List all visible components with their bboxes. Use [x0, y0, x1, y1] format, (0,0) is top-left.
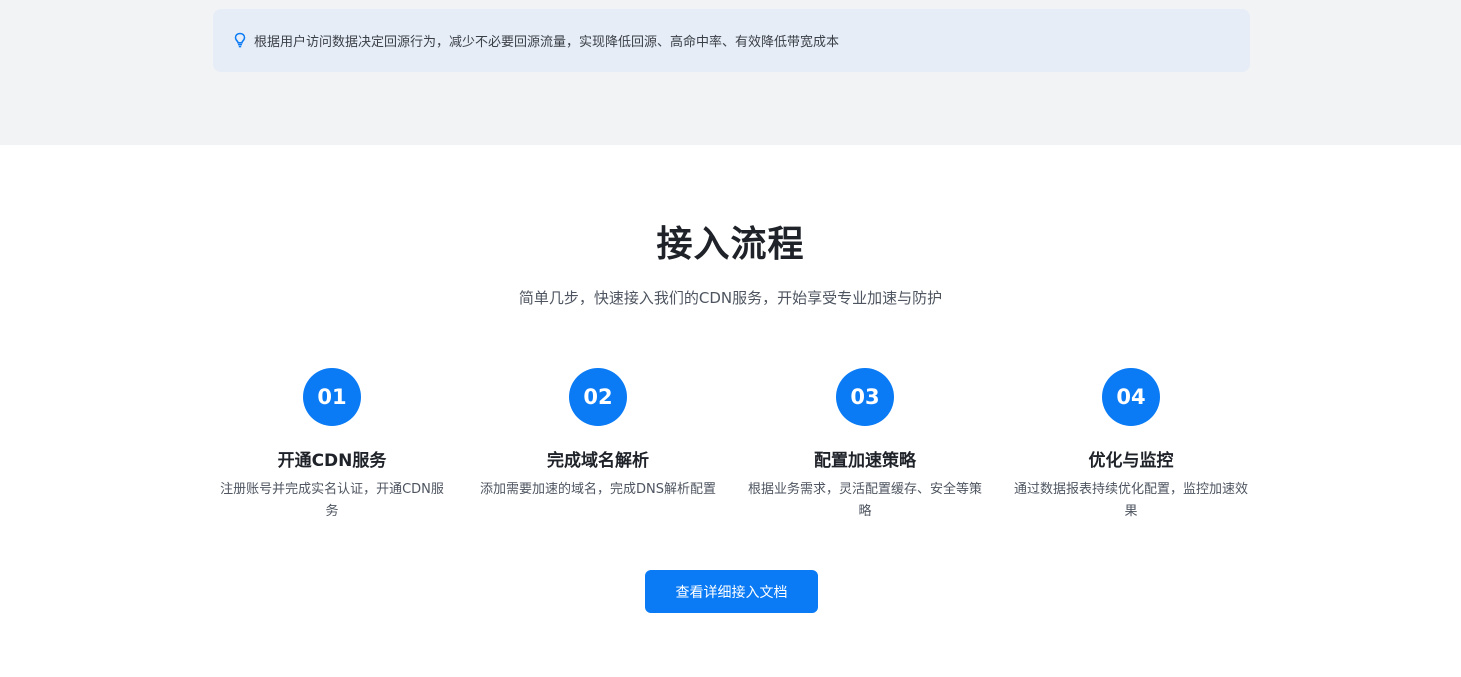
tip-banner: 根据用户访问数据决定回源行为，减少不必要回源流量，实现降低回源、高命中率、有效降… [213, 9, 1250, 72]
step-card: 01 开通CDN服务 注册账号并完成实名认证，开通CDN服务 [212, 368, 452, 523]
step-title: 完成域名解析 [547, 451, 649, 471]
tip-text: 根据用户访问数据决定回源行为，减少不必要回源流量，实现降低回源、高命中率、有效降… [254, 35, 840, 50]
top-band: 根据用户访问数据决定回源行为，减少不必要回源流量，实现降低回源、高命中率、有效降… [0, 0, 1461, 145]
step-card: 03 配置加速策略 根据业务需求，灵活配置缓存、安全等策略 [745, 368, 985, 523]
step-card: 04 优化与监控 通过数据报表持续优化配置，监控加速效果 [1011, 368, 1251, 523]
step-title: 配置加速策略 [814, 451, 916, 471]
step-description: 注册账号并完成实名认证，开通CDN服务 [220, 482, 444, 519]
step-description: 通过数据报表持续优化配置，监控加速效果 [1013, 482, 1248, 519]
step-title: 优化与监控 [1088, 451, 1174, 471]
step-number-badge: 02 [569, 368, 627, 426]
section-subtitle: 简单几步，快速接入我们的CDN服务，开始享受专业加速与防护 [518, 289, 943, 307]
step-number-badge: 04 [1102, 368, 1160, 426]
step-title: 开通CDN服务 [277, 451, 387, 471]
lightbulb-icon [233, 32, 247, 48]
step-description: 根据业务需求，灵活配置缓存、安全等策略 [747, 482, 982, 519]
section-title: 接入流程 [656, 224, 805, 265]
step-card: 02 完成域名解析 添加需要加速的域名，完成DNS解析配置 [478, 368, 718, 501]
step-number-badge: 01 [303, 368, 361, 426]
view-docs-button[interactable]: 查看详细接入文档 [645, 570, 818, 613]
step-description: 添加需要加速的域名，完成DNS解析配置 [480, 482, 716, 497]
step-number-badge: 03 [836, 368, 894, 426]
